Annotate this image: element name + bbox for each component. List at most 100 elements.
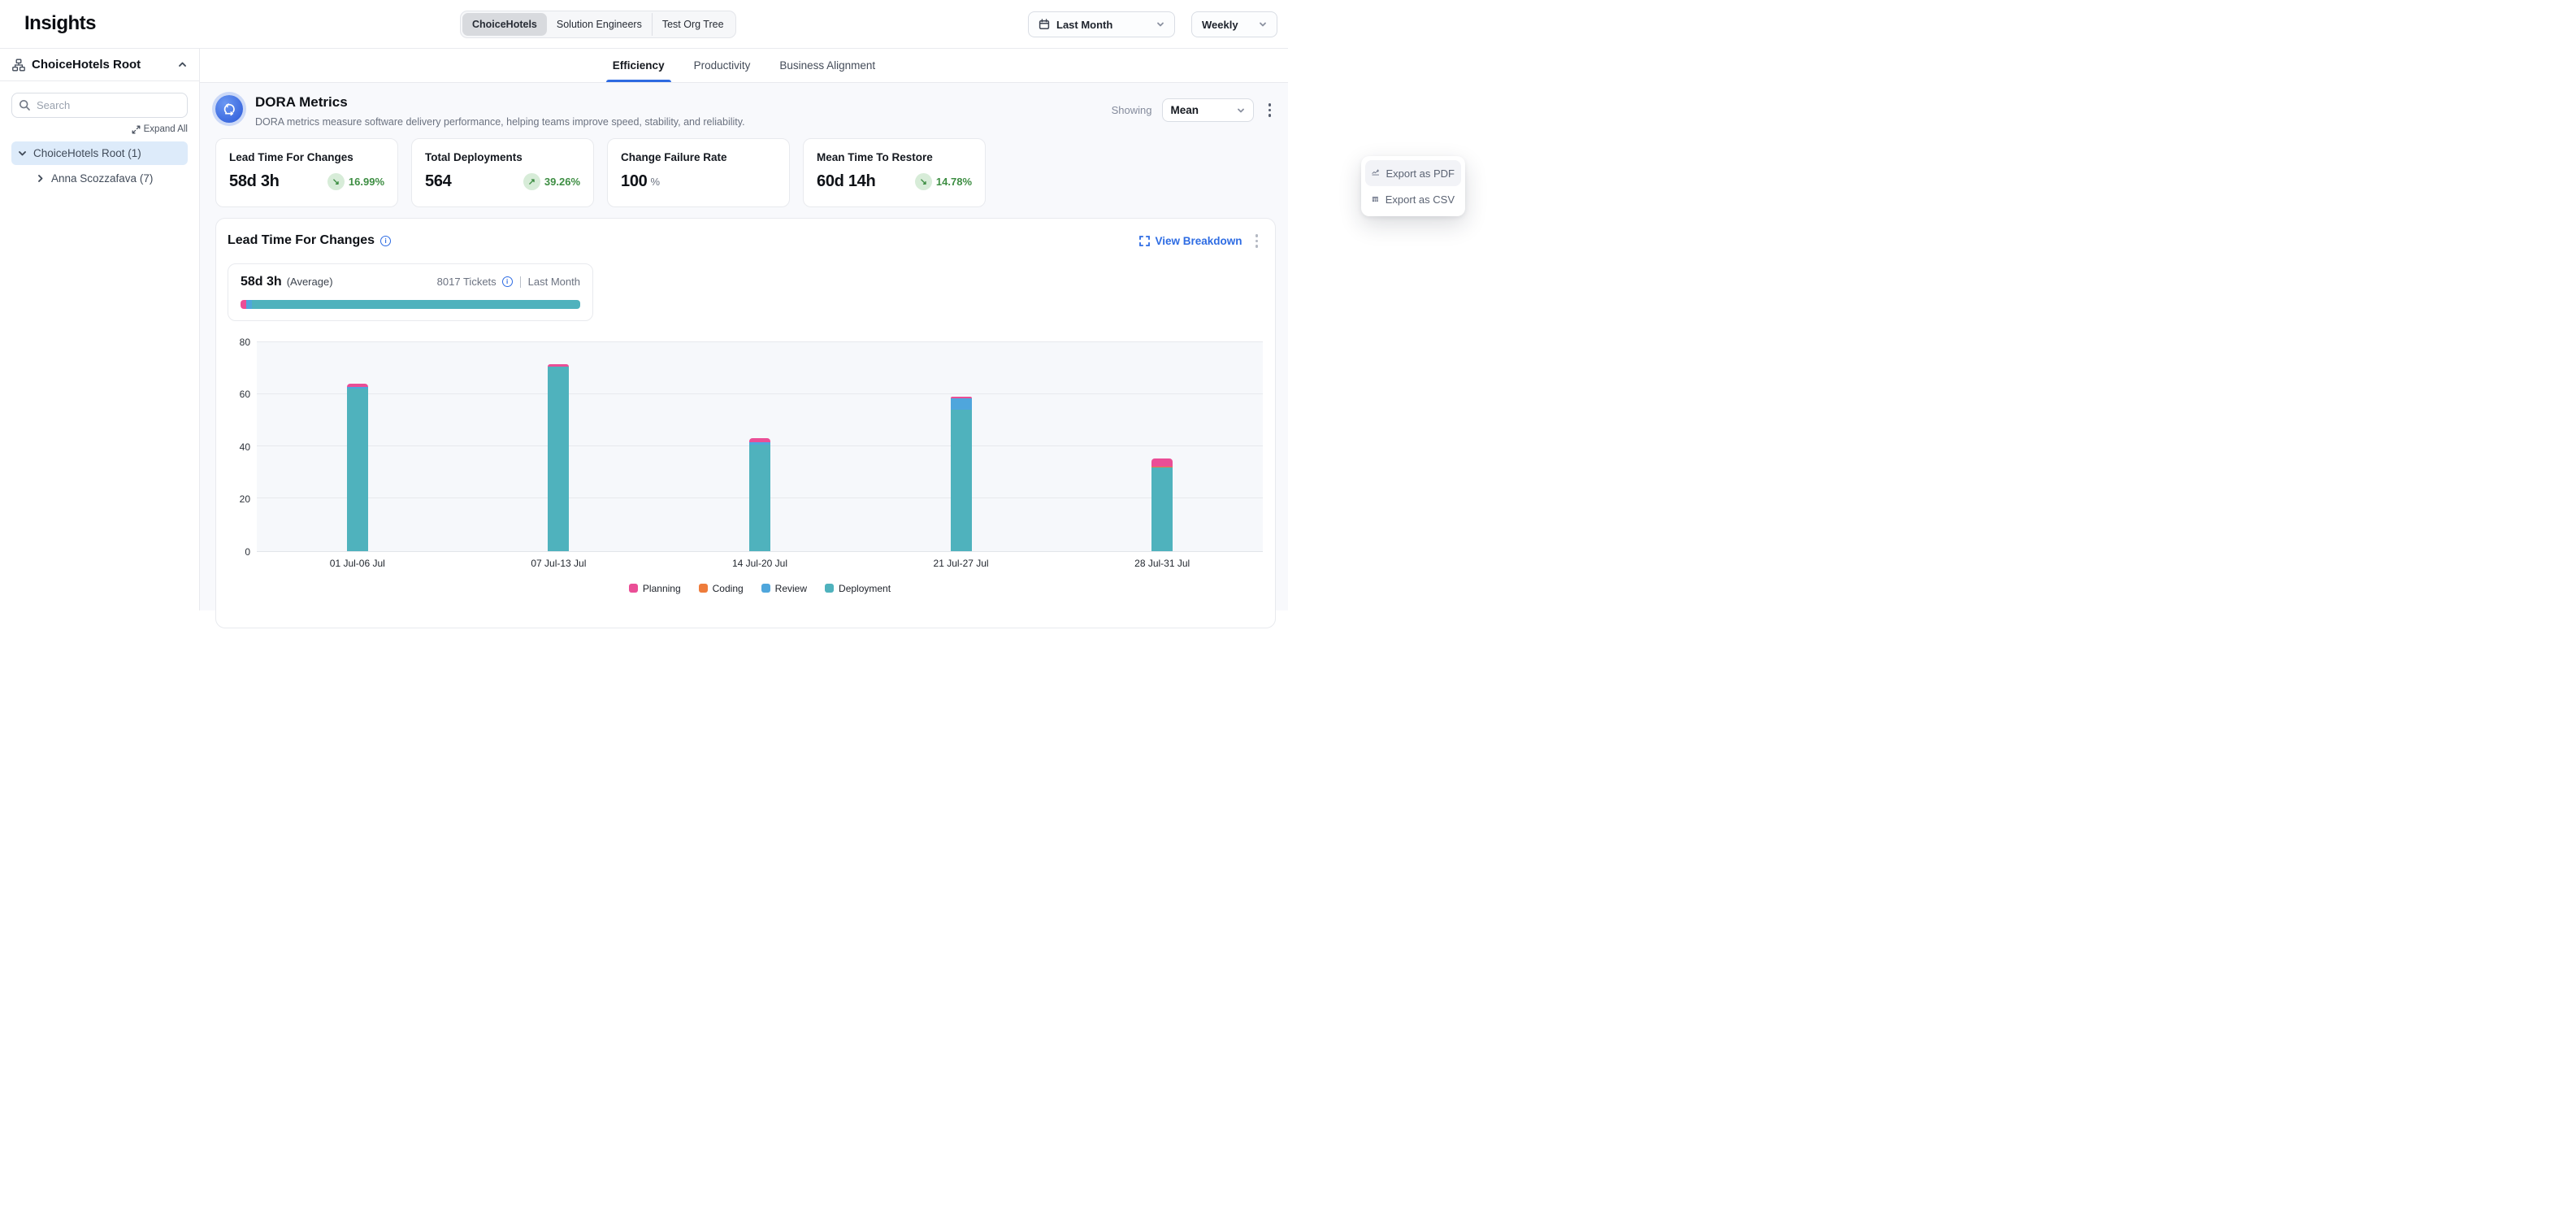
y-axis: 020406080 bbox=[228, 342, 257, 552]
trend-badge: ↗ 39.26% bbox=[523, 173, 580, 190]
dora-title: DORA Metrics bbox=[255, 94, 1112, 111]
menu-item-label: Export as CSV bbox=[1386, 193, 1455, 206]
legend-item-planning[interactable]: Planning bbox=[629, 583, 681, 594]
org-tree-sidebar: ChoiceHotels Root Expand All ChoiceHote bbox=[0, 49, 200, 610]
tab-productivity[interactable]: Productivity bbox=[694, 49, 751, 82]
metric-card-total-deployments: Total Deployments 564 ↗ 39.26% bbox=[411, 138, 594, 207]
view-breakdown-label: View Breakdown bbox=[1155, 235, 1242, 247]
metric-title: Total Deployments bbox=[425, 151, 580, 163]
metric-card-lead-time: Lead Time For Changes 58d 3h ↘ 16.99% bbox=[215, 138, 398, 207]
sidebar-search bbox=[11, 93, 188, 118]
x-tick-label: 01 Jul-06 Jul bbox=[257, 558, 458, 569]
granularity-select[interactable]: Weekly bbox=[1191, 11, 1277, 37]
chart-kebab-menu-button[interactable] bbox=[1251, 231, 1264, 251]
metric-title: Lead Time For Changes bbox=[229, 151, 384, 163]
trend-pct: 39.26% bbox=[544, 176, 580, 188]
metric-cards: Lead Time For Changes 58d 3h ↘ 16.99% To… bbox=[215, 138, 1276, 207]
trend-badge: ↘ 16.99% bbox=[327, 173, 384, 190]
active-tab-indicator bbox=[606, 80, 671, 82]
bar-01 Jul-06 Jul bbox=[347, 342, 368, 551]
dora-texts: DORA Metrics DORA metrics measure softwa… bbox=[255, 93, 1112, 128]
info-icon[interactable]: i bbox=[502, 276, 513, 287]
search-input[interactable] bbox=[11, 93, 188, 118]
org-tree: ChoiceHotels Root (1) Anna Scozzafava (7… bbox=[11, 141, 188, 190]
tree-item-anna-scozzafava[interactable]: Anna Scozzafava (7) bbox=[29, 167, 188, 190]
tree-item-root[interactable]: ChoiceHotels Root (1) bbox=[11, 141, 188, 165]
expand-corners-icon bbox=[1139, 236, 1150, 246]
export-csv-menu-item[interactable]: Export as CSV bbox=[1365, 186, 1461, 212]
legend-label: Deployment bbox=[839, 583, 891, 594]
bar-segment-deployment bbox=[347, 389, 368, 551]
legend-swatch bbox=[761, 584, 770, 593]
bar-21 Jul-27 Jul bbox=[951, 342, 972, 551]
trend-badge: ↘ 14.78% bbox=[915, 173, 972, 190]
tab-efficiency[interactable]: Efficiency bbox=[613, 49, 665, 82]
org-tab-solution-engineers[interactable]: Solution Engineers bbox=[547, 13, 652, 36]
bar-segment-deployment bbox=[951, 410, 972, 550]
export-pdf-menu-item[interactable]: Export as PDF bbox=[1365, 160, 1461, 186]
showing-label: Showing bbox=[1112, 104, 1152, 116]
bar-segment-review bbox=[951, 398, 972, 410]
legend-item-deployment[interactable]: Deployment bbox=[825, 583, 891, 594]
org-segmented-control: ChoiceHotels Solution Engineers Test Org… bbox=[460, 11, 736, 38]
view-breakdown-button[interactable]: View Breakdown bbox=[1139, 235, 1242, 247]
bar-28 Jul-31 Jul bbox=[1151, 342, 1173, 551]
tab-business-alignment[interactable]: Business Alignment bbox=[779, 49, 875, 82]
granularity-value: Weekly bbox=[1202, 19, 1252, 31]
dora-description: DORA metrics measure software delivery p… bbox=[255, 116, 1112, 128]
dora-sprint-icon bbox=[215, 95, 243, 123]
tree-item-label: Anna Scozzafava (7) bbox=[51, 172, 153, 185]
expand-all-button[interactable]: Expand All bbox=[132, 124, 188, 134]
org-tab-choicehotels[interactable]: ChoiceHotels bbox=[462, 13, 547, 36]
legend-label: Review bbox=[775, 583, 807, 594]
expand-all-label: Expand All bbox=[144, 124, 188, 134]
expand-arrows-icon bbox=[132, 125, 141, 134]
legend-swatch bbox=[699, 584, 708, 593]
metric-unit: % bbox=[650, 176, 660, 188]
phase-progress-bar bbox=[241, 300, 580, 309]
x-axis-labels: 01 Jul-06 Jul07 Jul-13 Jul14 Jul-20 Jul2… bbox=[257, 558, 1263, 569]
menu-item-label: Export as PDF bbox=[1386, 167, 1455, 180]
legend-label: Coding bbox=[713, 583, 744, 594]
chart-legend: Planning Coding Review Deployment bbox=[257, 583, 1263, 594]
org-tab-test-org-tree[interactable]: Test Org Tree bbox=[652, 13, 734, 36]
sidebar-collapse-button[interactable] bbox=[178, 60, 187, 69]
info-icon[interactable]: i bbox=[380, 236, 391, 246]
y-tick-label: 40 bbox=[240, 441, 250, 453]
bar-segment-deployment bbox=[1151, 467, 1173, 550]
chart-summary-box: 58d 3h (Average) 8017 Tickets i Last Mon… bbox=[228, 263, 593, 321]
tab-label: Business Alignment bbox=[779, 59, 875, 72]
aggregation-select[interactable]: Mean bbox=[1162, 98, 1254, 122]
x-tick-label: 21 Jul-27 Jul bbox=[861, 558, 1062, 569]
tab-label: Productivity bbox=[694, 59, 751, 72]
chevron-down-icon bbox=[1237, 106, 1245, 115]
search-icon bbox=[19, 99, 31, 111]
y-tick-label: 20 bbox=[240, 493, 250, 505]
chevron-right-icon[interactable] bbox=[36, 174, 45, 183]
date-range-value: Last Month bbox=[1056, 19, 1150, 31]
bar-segment-planning bbox=[1151, 458, 1173, 467]
view-tabbar: Efficiency Productivity Business Alignme… bbox=[200, 49, 1288, 83]
aggregation-value: Mean bbox=[1171, 104, 1232, 116]
calendar-icon bbox=[1039, 19, 1050, 30]
plot-area bbox=[257, 342, 1263, 552]
summary-period: Last Month bbox=[528, 276, 580, 288]
main-panel: Efficiency Productivity Business Alignme… bbox=[200, 49, 1288, 610]
tickets-count: 8017 Tickets bbox=[437, 276, 497, 288]
date-range-select[interactable]: Last Month bbox=[1028, 11, 1175, 37]
chevron-down-icon[interactable] bbox=[18, 149, 27, 158]
legend-item-coding[interactable]: Coding bbox=[699, 583, 744, 594]
metric-title: Change Failure Rate bbox=[621, 151, 776, 163]
chart-line-plus-icon bbox=[1372, 167, 1379, 180]
dora-kebab-menu-button[interactable] bbox=[1264, 100, 1277, 120]
sidebar-title: ChoiceHotels Root bbox=[32, 58, 171, 72]
legend-label: Planning bbox=[643, 583, 681, 594]
dora-controls: Showing Mean bbox=[1112, 98, 1276, 122]
efficiency-content: DORA Metrics DORA metrics measure softwa… bbox=[200, 83, 1288, 628]
metric-title: Mean Time To Restore bbox=[817, 151, 972, 163]
top-bar-controls: Last Month Weekly bbox=[1028, 11, 1277, 37]
chevron-down-icon bbox=[1156, 20, 1164, 28]
legend-item-review[interactable]: Review bbox=[761, 583, 807, 594]
trend-pct: 16.99% bbox=[349, 176, 384, 188]
average-suffix: (Average) bbox=[287, 276, 333, 288]
